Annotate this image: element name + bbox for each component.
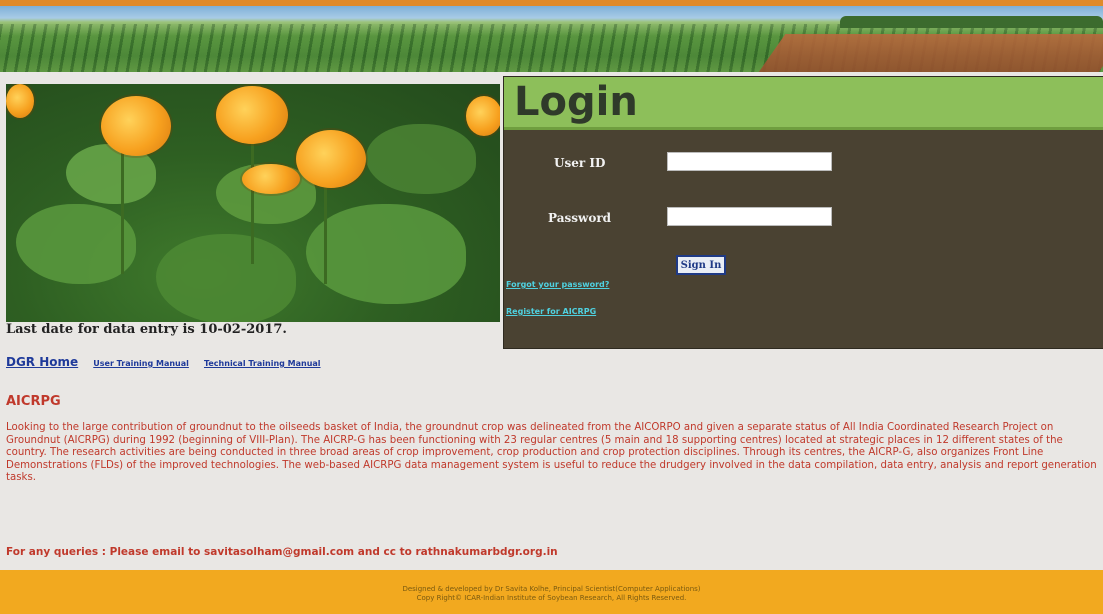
register-link[interactable]: Register for AICRPG (506, 307, 596, 316)
user-id-input[interactable] (667, 152, 832, 171)
footer-copyright: Copy Right© ICAR-Indian Institute of Soy… (416, 594, 687, 602)
flower (101, 96, 171, 156)
user-id-label: User ID (554, 156, 606, 170)
flower (466, 96, 500, 136)
stem (121, 144, 124, 274)
password-input[interactable] (667, 207, 832, 226)
flower (296, 130, 366, 188)
flower (242, 164, 300, 194)
soil-strip (754, 34, 1103, 72)
stem (251, 124, 254, 264)
flower (6, 84, 34, 118)
login-title: Login (504, 77, 1103, 130)
header-banner-image (0, 6, 1103, 72)
nav-links: DGR Home User Training Manual Technical … (6, 351, 331, 370)
footer: Designed & developed by Dr Savita Kolhe,… (0, 570, 1103, 614)
leaf (16, 204, 136, 284)
section-title: AICRPG (6, 394, 61, 409)
leaf (306, 204, 466, 304)
footer-credit: Designed & developed by Dr Savita Kolhe,… (402, 585, 701, 593)
section-description: Looking to the large contribution of gro… (6, 422, 1097, 484)
technical-training-manual-link[interactable]: Technical Training Manual (204, 359, 321, 368)
forgot-password-link[interactable]: Forgot your password? (506, 280, 609, 289)
user-training-manual-link[interactable]: User Training Manual (93, 359, 189, 368)
flower (216, 86, 288, 144)
flower-field-image (6, 84, 500, 322)
login-panel: Login User ID Password Sign In Forgot yo… (503, 76, 1103, 349)
dgr-home-link[interactable]: DGR Home (6, 355, 78, 369)
sign-in-button[interactable]: Sign In (676, 255, 726, 275)
tree-line (840, 16, 1103, 28)
leaf (366, 124, 476, 194)
leaf (156, 234, 296, 322)
data-entry-deadline-notice: Last date for data entry is 10-02-2017. (6, 322, 287, 337)
contact-info: For any queries : Please email to savita… (6, 546, 558, 558)
password-label: Password (548, 211, 612, 225)
